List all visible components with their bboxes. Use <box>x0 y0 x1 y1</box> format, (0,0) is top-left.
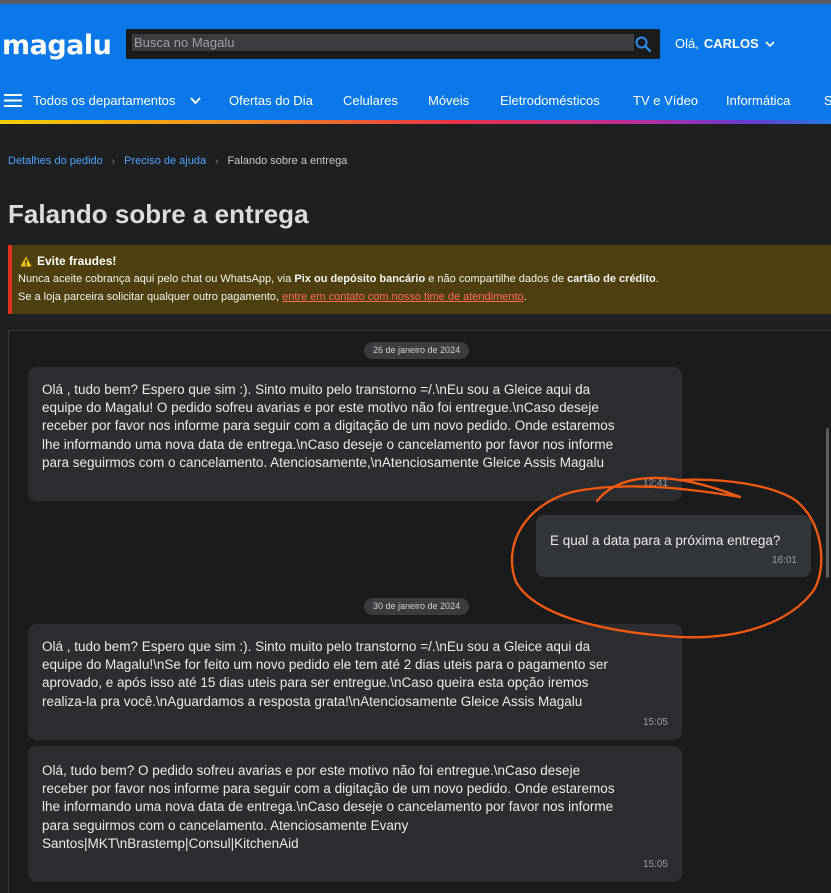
user-name: CARLOS <box>703 36 759 51</box>
date-separator: 26 de janeiro de 2024 <box>364 342 470 359</box>
nav-item-celulares[interactable]: Celulares <box>343 93 398 108</box>
message-text: Olá , tudo bem? Espero que sim :). Sinto… <box>42 639 608 709</box>
site-header: magalu Olá, CARLOS Todos os departamento… <box>0 4 831 120</box>
alert-text: . <box>523 291 527 303</box>
breadcrumb: Detalhes do pedido › Preciso de ajuda › … <box>8 155 347 167</box>
nav-item-ofertas[interactable]: Ofertas do Dia <box>229 93 313 108</box>
alert-text: . <box>655 273 659 285</box>
fraud-alert: Evite fraudes! Nunca aceite cobrança aqu… <box>8 245 831 314</box>
chat-panel[interactable]: 26 de janeiro de 2024 Olá , tudo bem? Es… <box>8 330 831 893</box>
message-text: E qual a data para a próxima entrega? <box>550 533 781 548</box>
message-bubble-incoming: Olá , tudo bem? Espero que sim :). Sinto… <box>28 624 682 740</box>
search-input[interactable] <box>132 34 634 51</box>
alert-heading: Evite fraudes! <box>20 254 116 268</box>
nav-item-all-departments[interactable]: Todos os departamentos <box>33 93 175 108</box>
contact-support-link[interactable]: entre em contato com nosso time de atend… <box>282 291 524 303</box>
alert-text: Nunca aceite cobrança aqui pelo chat ou … <box>18 273 295 285</box>
hamburger-menu-icon[interactable] <box>4 94 22 107</box>
magalu-logo[interactable]: magalu <box>2 30 112 61</box>
search-box <box>126 29 660 59</box>
chat-scrollbar[interactable] <box>826 428 829 578</box>
alert-bold-pix: Pix ou depósito bancário <box>294 273 426 285</box>
message-bubble-outgoing: E qual a data para a próxima entrega? 16… <box>536 515 811 577</box>
message-bubble-incoming: Olá , tudo bem? Espero que sim :). Sinto… <box>28 367 682 501</box>
alert-bold-cartao: cartão de crédito <box>567 273 656 285</box>
message-time: 12:41 <box>642 478 668 489</box>
nav-item-informatica[interactable]: Informática <box>726 93 790 108</box>
alert-title: Evite fraudes! <box>37 254 117 268</box>
chevron-down-icon[interactable] <box>189 95 202 107</box>
breadcrumb-preciso-ajuda[interactable]: Preciso de ajuda <box>124 155 206 167</box>
nav-item-tv-video[interactable]: TV e Vídeo <box>633 93 698 108</box>
nav-item-eletrodomesticos[interactable]: Eletrodomésticos <box>500 93 600 108</box>
chevron-down-icon <box>765 40 775 47</box>
message-time: 15:05 <box>642 717 668 728</box>
message-text: Olá , tudo bem? Espero que sim :). Sinto… <box>42 382 615 470</box>
page-title: Falando sobre a entrega <box>8 199 309 229</box>
search-icon[interactable] <box>634 35 652 53</box>
date-separator: 30 de janeiro de 2024 <box>364 598 470 615</box>
nav-item-moveis[interactable]: Móveis <box>428 93 469 108</box>
breadcrumb-detalhes[interactable]: Detalhes do pedido <box>8 155 103 167</box>
chevron-right-icon: › <box>111 155 116 167</box>
chevron-right-icon: › <box>215 155 219 167</box>
alert-text: Se a loja parceira solicitar qualquer ou… <box>18 291 283 303</box>
message-bubble-incoming: Olá, tudo bem? O pedido sofreu avarias e… <box>28 746 682 882</box>
department-nav: Todos os departamentos Ofertas do Dia Ce… <box>0 88 831 114</box>
greeting-text: Olá, <box>675 36 699 51</box>
message-text: Olá, tudo bem? O pedido sofreu avarias e… <box>42 763 615 851</box>
brand-color-bar <box>0 120 831 124</box>
message-time: 15:05 <box>642 859 668 870</box>
message-time: 16:01 <box>771 555 797 566</box>
alert-text: e não compartilhe dados de <box>425 273 568 285</box>
nav-item-truncated[interactable]: S <box>824 93 831 108</box>
account-menu[interactable]: Olá, CARLOS <box>675 36 776 51</box>
breadcrumb-current: Falando sobre a entrega <box>227 155 348 167</box>
warning-icon <box>20 256 32 266</box>
alert-line-1: Nunca aceite cobrança aqui pelo chat ou … <box>18 273 659 285</box>
alert-line-2: Se a loja parceira solicitar qualquer ou… <box>18 291 527 303</box>
